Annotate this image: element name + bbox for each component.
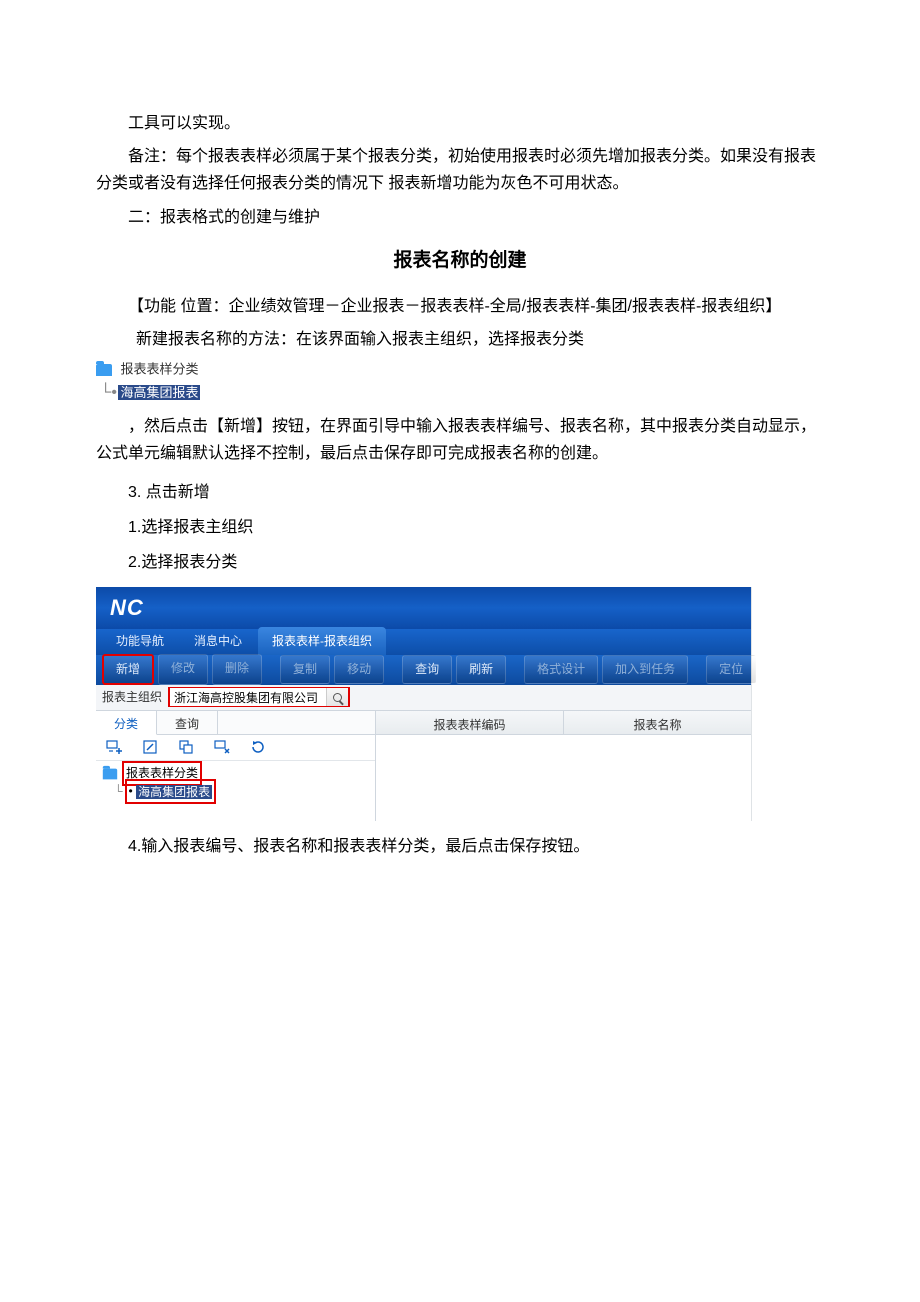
right-pane: 报表表样编码 报表名称 [376, 711, 751, 821]
tab-report-org[interactable]: 报表表样-报表组织 [258, 627, 386, 654]
tree-branch-icon: └• [100, 382, 114, 404]
org-search-button[interactable] [326, 688, 348, 706]
step-text: 3. 点击新增 [96, 479, 824, 506]
delete-button[interactable]: 删除 [212, 654, 262, 684]
document-page: 工具可以实现。 备注：每个报表表样必须属于某个报表分类，初始使用报表时必须先增加… [0, 0, 920, 906]
tree-copy-icon[interactable] [178, 739, 194, 755]
edit-button[interactable]: 修改 [158, 654, 208, 684]
toolbar: 新增 修改 删除 复制 移动 查询 刷新 格式设计 加入到任务 定位 [96, 655, 751, 685]
app-screenshot: NC 功能导航 消息中心 报表表样-报表组织 新增 修改 删除 复制 移动 查询… [96, 587, 752, 821]
tree-delete-icon[interactable] [214, 739, 230, 755]
copy-button[interactable]: 复制 [280, 655, 330, 683]
move-button[interactable]: 移动 [334, 655, 384, 683]
folder-icon [103, 768, 117, 779]
tree-branch-icon: └ [114, 781, 123, 801]
new-button[interactable]: 新增 [102, 654, 154, 684]
refresh-button[interactable]: 刷新 [456, 655, 506, 683]
left-pane: 分类 查询 [96, 711, 376, 821]
org-input[interactable] [170, 688, 326, 706]
paragraph: 4.输入报表编号、报表名称和报表表样分类，最后点击保存按钮。 [96, 833, 824, 860]
add-to-task-button[interactable]: 加入到任务 [602, 655, 688, 683]
query-button[interactable]: 查询 [402, 655, 452, 683]
col-name: 报表名称 [564, 711, 751, 734]
org-input-wrap [168, 687, 350, 707]
table-header: 报表表样编码 报表名称 [376, 711, 751, 735]
app-tab-bar: 功能导航 消息中心 报表表样-报表组织 [96, 629, 751, 655]
app-header: NC [96, 587, 751, 629]
tree-child-text: 海高集团报表 [136, 785, 212, 799]
section-heading: 报表名称的创建 [96, 245, 824, 277]
left-tree: 报表表样分类 └ • 海高集团报表 [96, 761, 375, 805]
org-label: 报表主组织 [102, 687, 162, 707]
tree-edit-icon[interactable] [142, 739, 158, 755]
tree-example: 报表表样分类 └• 海高集团报表 [96, 359, 824, 404]
org-row: 报表主组织 [96, 685, 751, 711]
tree-add-icon[interactable] [106, 739, 122, 755]
left-iconbar [96, 735, 375, 761]
folder-icon [96, 364, 112, 376]
tree-refresh-icon[interactable] [250, 739, 266, 755]
step-text: 2.选择报表分类 [96, 549, 824, 576]
tab-messages[interactable]: 消息中心 [180, 627, 256, 654]
tree-root-label: 报表表样分类 [120, 362, 198, 377]
app-logo: NC [110, 589, 144, 626]
search-icon [333, 693, 342, 702]
paragraph: ，然后点击【新增】按钮，在界面引导中输入报表表样编号、报表名称，其中报表分类自动… [96, 413, 824, 467]
tab-nav[interactable]: 功能导航 [102, 627, 178, 654]
paragraph: 二：报表格式的创建与维护 [96, 204, 824, 231]
paragraph: 工具可以实现。 [96, 110, 824, 137]
left-tabs: 分类 查询 [96, 711, 375, 735]
col-code: 报表表样编码 [376, 711, 564, 734]
format-design-button[interactable]: 格式设计 [524, 655, 598, 683]
locate-button[interactable]: 定位 [706, 655, 756, 683]
tree-child-label: 海高集团报表 [118, 385, 200, 400]
left-tab-category[interactable]: 分类 [96, 711, 157, 735]
tree-child-highlight[interactable]: • 海高集团报表 [125, 779, 217, 804]
paragraph: 【功能 位置：企业绩效管理－企业报表－报表表样-全局/报表表样-集团/报表表样-… [96, 293, 824, 320]
left-tab-query[interactable]: 查询 [157, 711, 218, 734]
paragraph: 新建报表名称的方法：在该界面输入报表主组织，选择报表分类 [96, 326, 824, 353]
step-text: 1.选择报表主组织 [96, 514, 824, 541]
paragraph: 备注：每个报表表样必须属于某个报表分类，初始使用报表时必须先增加报表分类。如果没… [96, 143, 824, 197]
lower-panes: 分类 查询 [96, 711, 751, 821]
